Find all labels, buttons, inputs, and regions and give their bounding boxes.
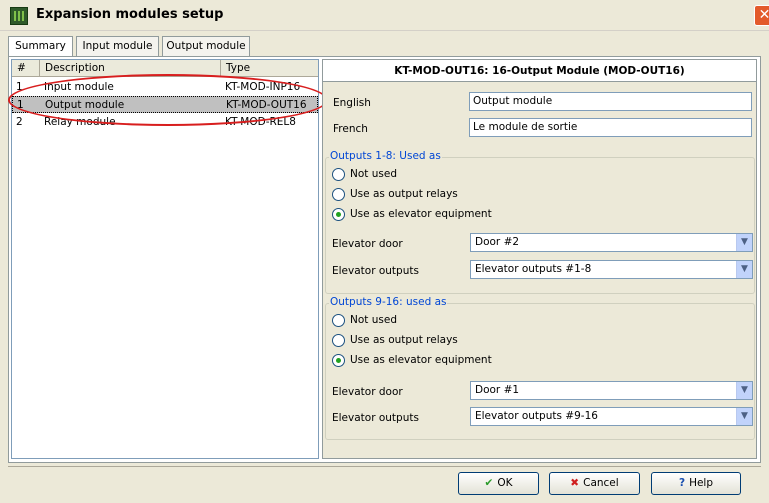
- chevron-down-icon[interactable]: ▼: [736, 261, 752, 278]
- combo-value: Door #2: [475, 236, 520, 248]
- elevator-door-label: Elevator door: [332, 386, 403, 398]
- module-list[interactable]: # Description Type 1 Input module KT-MOD…: [11, 59, 319, 459]
- elevator-outputs-select[interactable]: Elevator outputs #9-16 ▼: [470, 407, 753, 426]
- radio-label: Use as output relays: [350, 188, 458, 200]
- module-detail-pane: KT-MOD-OUT16: 16-Output Module (MOD-OUT1…: [322, 59, 757, 459]
- elevator-outputs-label: Elevator outputs: [332, 412, 419, 424]
- cancel-label: Cancel: [583, 477, 619, 489]
- list-item[interactable]: 1 Input module KT-MOD-INP16: [12, 79, 318, 96]
- group-title: Outputs 9-16: used as: [329, 296, 448, 308]
- row-num: 2: [16, 116, 23, 128]
- column-header-description[interactable]: Description: [40, 60, 221, 77]
- group-title: Outputs 1-8: Used as: [329, 150, 442, 162]
- tab-summary[interactable]: Summary: [8, 36, 73, 57]
- radio-label: Not used: [350, 168, 397, 180]
- outputs-9-16-group: Outputs 9-16: used as Not used Use as ou…: [325, 296, 755, 440]
- checkmark-icon: ✔: [484, 477, 494, 489]
- row-description: Input module: [44, 81, 114, 93]
- button-bar: [8, 466, 761, 499]
- row-num: 1: [16, 81, 23, 93]
- help-label: Help: [689, 477, 714, 489]
- chevron-down-icon[interactable]: ▼: [736, 382, 752, 399]
- radio-elevator-equipment[interactable]: [332, 208, 345, 221]
- x-icon: ✖: [570, 477, 580, 489]
- english-label: English: [333, 97, 371, 109]
- list-header: # Description Type: [12, 60, 318, 77]
- chevron-down-icon[interactable]: ▼: [736, 408, 752, 425]
- combo-value: Elevator outputs #1-8: [475, 263, 592, 275]
- window-title: Expansion modules setup: [36, 7, 224, 22]
- combo-value: Elevator outputs #9-16: [475, 410, 598, 422]
- list-item[interactable]: 2 Relay module KT-MOD-REL8: [12, 114, 318, 131]
- row-num: 1: [17, 99, 24, 111]
- row-type: KT-MOD-REL8: [225, 116, 296, 128]
- column-header-type[interactable]: Type: [221, 60, 318, 77]
- elevator-door-select[interactable]: Door #1 ▼: [470, 381, 753, 400]
- french-field[interactable]: Le module de sortie: [469, 118, 752, 137]
- elevator-door-select[interactable]: Door #2 ▼: [470, 233, 753, 252]
- radio-output-relays[interactable]: [332, 334, 345, 347]
- module-heading: KT-MOD-OUT16: 16-Output Module (MOD-OUT1…: [323, 60, 756, 82]
- radio-label: Use as elevator equipment: [350, 208, 492, 220]
- radio-not-used[interactable]: [332, 168, 345, 181]
- radio-label: Use as elevator equipment: [350, 354, 492, 366]
- radio-elevator-equipment[interactable]: [332, 354, 345, 367]
- app-icon: [10, 7, 28, 25]
- row-type: KT-MOD-OUT16: [226, 99, 307, 111]
- ok-label: OK: [497, 477, 513, 489]
- row-type: KT-MOD-INP16: [225, 81, 301, 93]
- radio-label: Not used: [350, 314, 397, 326]
- row-description: Relay module: [44, 116, 116, 128]
- elevator-door-label: Elevator door: [332, 238, 403, 250]
- combo-value: Door #1: [475, 384, 520, 396]
- help-button[interactable]: ? Help: [651, 472, 741, 495]
- question-icon: ?: [678, 477, 686, 489]
- elevator-outputs-select[interactable]: Elevator outputs #1-8 ▼: [470, 260, 753, 279]
- radio-output-relays[interactable]: [332, 188, 345, 201]
- tab-output-module[interactable]: Output module: [162, 36, 250, 56]
- elevator-outputs-label: Elevator outputs: [332, 265, 419, 277]
- close-button[interactable]: ✕: [754, 5, 769, 26]
- cancel-button[interactable]: ✖ Cancel: [549, 472, 640, 495]
- title-bar: Expansion modules setup ✕: [0, 0, 769, 31]
- french-label: French: [333, 123, 368, 135]
- row-description: Output module: [45, 99, 125, 111]
- radio-label: Use as output relays: [350, 334, 458, 346]
- english-field[interactable]: Output module: [469, 92, 752, 111]
- ok-button[interactable]: ✔ OK: [458, 472, 539, 495]
- chevron-down-icon[interactable]: ▼: [736, 234, 752, 251]
- column-header-num[interactable]: #: [12, 60, 40, 77]
- tab-input-module[interactable]: Input module: [76, 36, 159, 56]
- outputs-1-8-group: Outputs 1-8: Used as Not used Use as out…: [325, 150, 755, 294]
- radio-not-used[interactable]: [332, 314, 345, 327]
- list-item-selected[interactable]: 1 Output module KT-MOD-OUT16: [12, 96, 318, 113]
